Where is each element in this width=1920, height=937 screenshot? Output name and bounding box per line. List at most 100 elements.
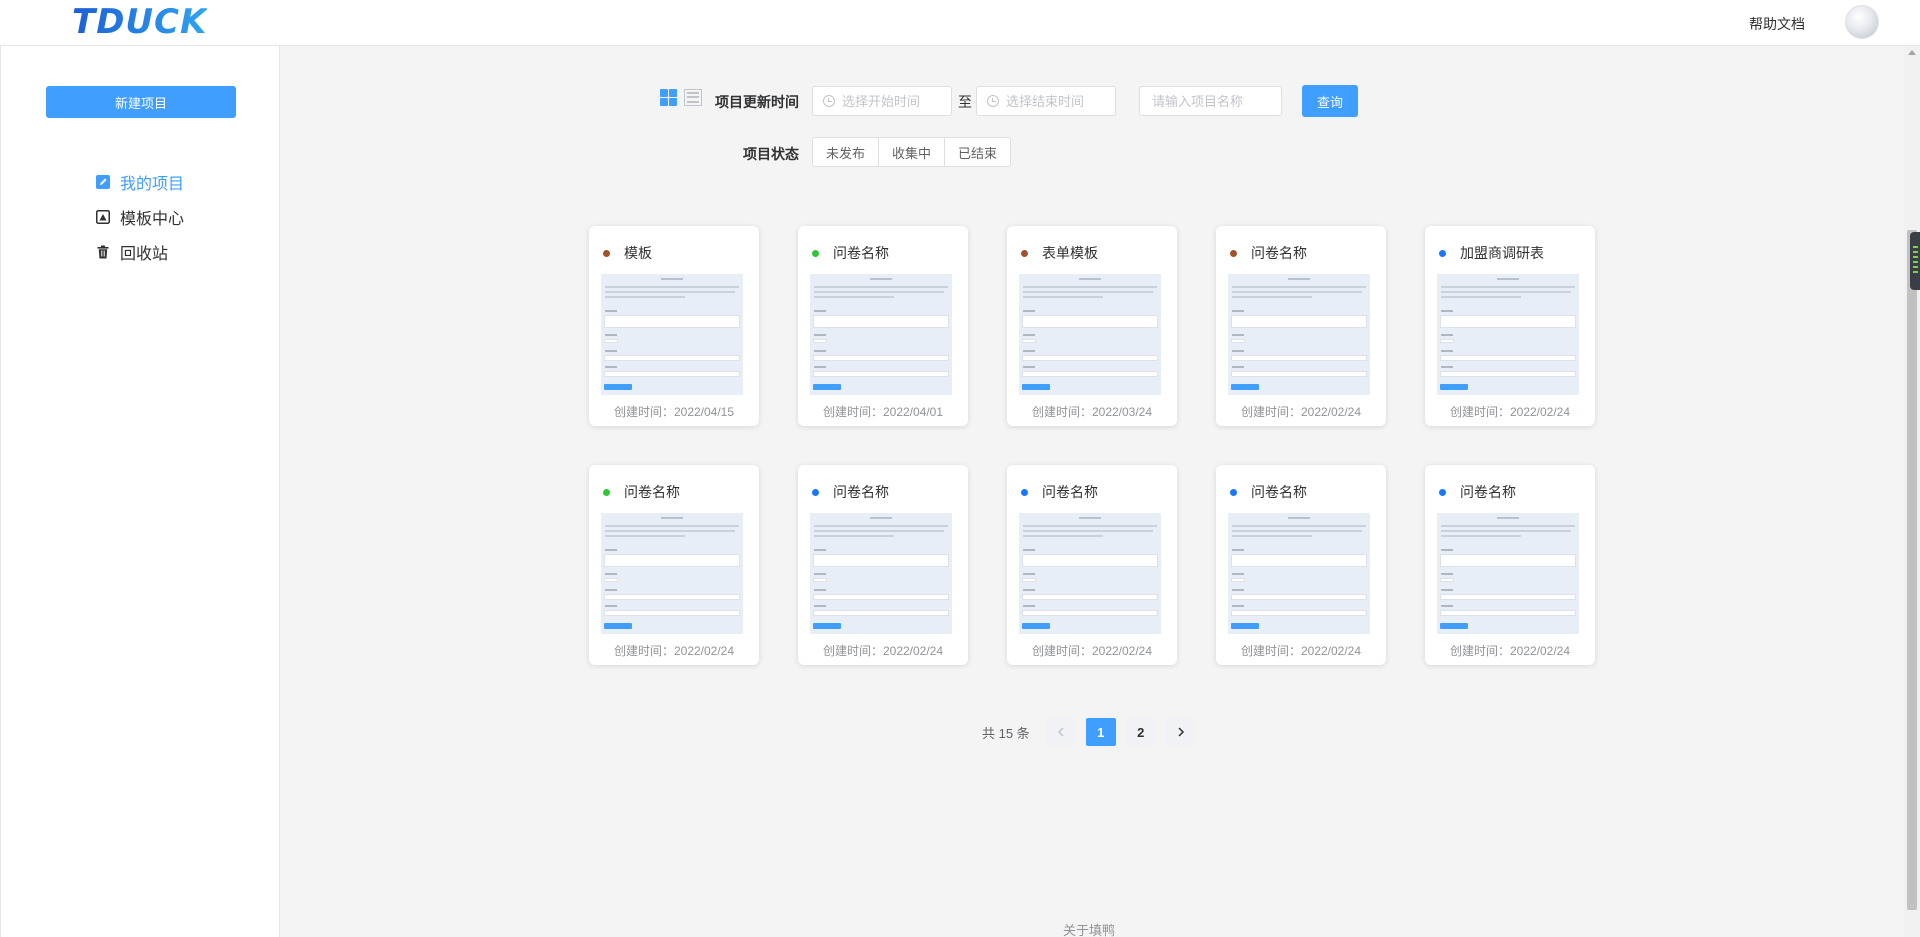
project-created-date: 创建时间：2022/03/24 bbox=[1031, 405, 1153, 419]
query-button[interactable]: 查询 bbox=[1302, 85, 1358, 117]
project-created-date: 创建时间：2022/02/24 bbox=[1449, 405, 1571, 419]
form-preview-thumbnail bbox=[810, 274, 952, 395]
pagination: 共 15 条 1 2 bbox=[982, 718, 1196, 746]
page-button-1[interactable]: 1 bbox=[1085, 718, 1116, 746]
end-date-input[interactable] bbox=[1006, 93, 1106, 109]
new-project-button[interactable]: 新建项目 bbox=[46, 86, 236, 118]
status-dot bbox=[1021, 249, 1028, 257]
form-preview-thumbnail bbox=[601, 274, 743, 395]
status-dot bbox=[812, 488, 819, 496]
help-docs-link[interactable]: 帮助文档 bbox=[1749, 14, 1805, 34]
start-date-picker[interactable] bbox=[812, 86, 952, 116]
project-created-date: 创建时间：2022/02/24 bbox=[613, 644, 735, 658]
status-dot bbox=[1439, 249, 1446, 257]
project-title: 模板 bbox=[624, 245, 652, 261]
status-dot bbox=[603, 249, 610, 257]
project-card-title: 问卷名称 bbox=[812, 482, 889, 502]
form-preview-thumbnail bbox=[810, 513, 952, 634]
grid-view-icon[interactable] bbox=[660, 89, 678, 106]
status-dot bbox=[1230, 488, 1237, 496]
prev-page-button[interactable] bbox=[1045, 718, 1076, 746]
project-card[interactable]: 问卷名称 创建时间：2022/02/24 bbox=[1216, 226, 1386, 426]
project-card-title: 问卷名称 bbox=[1230, 243, 1307, 263]
form-preview-thumbnail bbox=[1437, 513, 1579, 634]
about-link[interactable]: 关于填鸭 bbox=[1063, 920, 1115, 937]
project-title: 问卷名称 bbox=[624, 484, 680, 500]
project-title: 问卷名称 bbox=[1042, 484, 1098, 500]
project-card[interactable]: 加盟商调研表 创建时间：2022/02/24 bbox=[1425, 226, 1595, 426]
tduck-logo[interactable]: TDUCK bbox=[72, 2, 207, 42]
project-card[interactable]: 表单模板 创建时间：2022/03/24 bbox=[1007, 226, 1177, 426]
project-created-date: 创建时间：2022/02/24 bbox=[1449, 644, 1571, 658]
project-card[interactable]: 问卷名称 创建时间：2022/04/01 bbox=[798, 226, 968, 426]
top-header: TDUCK 帮助文档 bbox=[0, 0, 1920, 46]
page-button-2[interactable]: 2 bbox=[1125, 718, 1156, 746]
project-card[interactable]: 问卷名称 创建时间：2022/02/24 bbox=[589, 465, 759, 665]
sidebar-nav: 我的项目 模板中心 回收站 bbox=[96, 164, 184, 269]
status-dot bbox=[1230, 249, 1237, 257]
sidebar: 新建项目 我的项目 模板中心 回收站 bbox=[0, 46, 280, 937]
project-card[interactable]: 模板 创建时间：2022/04/15 bbox=[589, 226, 759, 426]
scrollbar-thumb[interactable] bbox=[1907, 230, 1917, 910]
next-page-button[interactable] bbox=[1165, 718, 1196, 746]
sidebar-item-my-projects[interactable]: 我的项目 bbox=[96, 164, 184, 199]
project-created-date: 创建时间：2022/02/24 bbox=[822, 644, 944, 658]
status-unpublished-button[interactable]: 未发布 bbox=[812, 137, 879, 167]
project-created-date: 创建时间：2022/04/15 bbox=[613, 405, 735, 419]
template-icon bbox=[96, 209, 110, 224]
project-card-title: 模板 bbox=[603, 243, 652, 263]
project-card-title: 加盟商调研表 bbox=[1439, 243, 1544, 263]
project-card-title: 问卷名称 bbox=[812, 243, 889, 263]
sidebar-item-label: 模板中心 bbox=[120, 210, 185, 228]
page-scrollbar[interactable] bbox=[1904, 46, 1920, 937]
form-preview-thumbnail bbox=[601, 513, 743, 634]
clock-icon bbox=[823, 95, 835, 107]
sidebar-item-recycle-bin[interactable]: 回收站 bbox=[96, 234, 184, 269]
pagination-total: 共 15 条 bbox=[982, 725, 1030, 741]
status-ended-button[interactable]: 已结束 bbox=[944, 137, 1011, 167]
status-dot bbox=[1439, 488, 1446, 496]
status-dot bbox=[812, 249, 819, 257]
project-card-grid: 模板 创建时间：2022/04/15 问卷名称 创建时间：2022/04/01 … bbox=[589, 226, 1595, 665]
form-preview-thumbnail bbox=[1228, 513, 1370, 634]
project-title: 问卷名称 bbox=[1460, 484, 1516, 500]
scroll-up-arrow-icon[interactable] bbox=[1908, 50, 1916, 55]
list-view-icon[interactable] bbox=[684, 89, 702, 106]
project-card-title: 问卷名称 bbox=[1230, 482, 1307, 502]
project-name-field[interactable] bbox=[1139, 86, 1282, 116]
project-card[interactable]: 问卷名称 创建时间：2022/02/24 bbox=[1007, 465, 1177, 665]
update-time-label: 项目更新时间 bbox=[715, 94, 799, 110]
project-created-date: 创建时间：2022/02/24 bbox=[1240, 644, 1362, 658]
trash-icon bbox=[97, 245, 109, 258]
project-card[interactable]: 问卷名称 创建时间：2022/02/24 bbox=[1425, 465, 1595, 665]
sidebar-item-template-center[interactable]: 模板中心 bbox=[96, 199, 184, 234]
sidebar-item-label: 我的项目 bbox=[120, 175, 185, 193]
project-created-date: 创建时间：2022/04/01 bbox=[822, 405, 944, 419]
project-title: 问卷名称 bbox=[1251, 484, 1307, 500]
edit-icon bbox=[96, 174, 110, 189]
project-card-title: 问卷名称 bbox=[1021, 482, 1098, 502]
project-card[interactable]: 问卷名称 创建时间：2022/02/24 bbox=[1216, 465, 1386, 665]
start-date-input[interactable] bbox=[842, 93, 942, 109]
project-created-date: 创建时间：2022/02/24 bbox=[1031, 644, 1153, 658]
project-title: 问卷名称 bbox=[833, 245, 889, 261]
sidebar-item-label: 回收站 bbox=[120, 245, 169, 263]
status-dot bbox=[603, 488, 610, 496]
project-name-input[interactable] bbox=[1152, 93, 1252, 109]
view-switcher bbox=[660, 89, 702, 106]
project-card[interactable]: 问卷名称 创建时间：2022/02/24 bbox=[798, 465, 968, 665]
date-range-separator: 至 bbox=[958, 94, 972, 110]
floating-side-widget[interactable] bbox=[1910, 232, 1920, 290]
status-filter-group: 未发布 收集中 已结束 bbox=[812, 137, 1011, 167]
status-collecting-button[interactable]: 收集中 bbox=[878, 137, 945, 167]
project-status-label: 项目状态 bbox=[743, 146, 799, 162]
project-title: 问卷名称 bbox=[833, 484, 889, 500]
project-title: 加盟商调研表 bbox=[1460, 245, 1544, 261]
end-date-picker[interactable] bbox=[976, 86, 1116, 116]
user-avatar[interactable] bbox=[1845, 5, 1879, 39]
form-preview-thumbnail bbox=[1228, 274, 1370, 395]
form-preview-thumbnail bbox=[1437, 274, 1579, 395]
project-card-title: 问卷名称 bbox=[603, 482, 680, 502]
project-title: 问卷名称 bbox=[1251, 245, 1307, 261]
project-title: 表单模板 bbox=[1042, 245, 1098, 261]
